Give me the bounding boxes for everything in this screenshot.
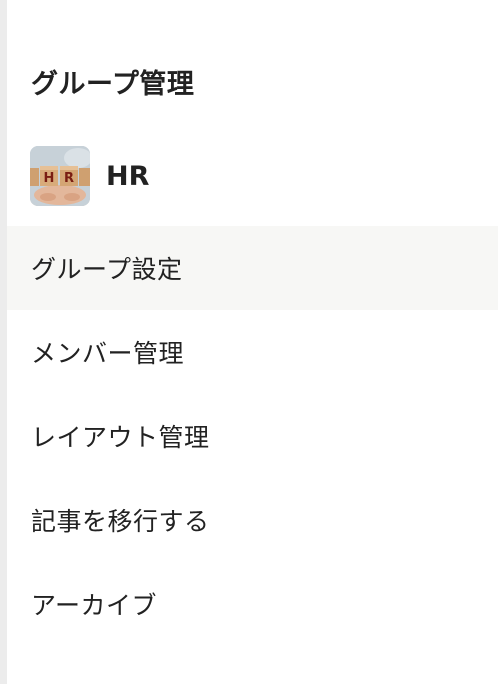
menu-item-label: アーカイブ [31, 591, 158, 620]
avatar-letter-h: H [44, 171, 55, 186]
left-rail [0, 0, 7, 684]
settings-menu: グループ設定 メンバー管理 レイアウト管理 記事を移行する アーカイブ [7, 226, 498, 646]
menu-item-archive[interactable]: アーカイブ [7, 562, 498, 646]
menu-item-label: メンバー管理 [31, 339, 185, 368]
menu-item-label: 記事を移行する [31, 507, 210, 536]
group-avatar: H R [30, 146, 90, 206]
menu-item-group-settings[interactable]: グループ設定 [7, 226, 498, 310]
section-title: グループ管理 [31, 69, 195, 100]
avatar-letter-r: R [64, 171, 74, 186]
group-settings-panel: グループ管理 H R HR グループ設定 メンバー管理 レイアウト管理 記事を移… [7, 0, 498, 684]
hr-blocks-image: H R [30, 146, 90, 206]
menu-item-label: グループ設定 [31, 255, 183, 284]
menu-item-layout-management[interactable]: レイアウト管理 [7, 394, 498, 478]
group-name: HR [106, 160, 150, 192]
menu-item-migrate-articles[interactable]: 記事を移行する [7, 478, 498, 562]
menu-item-member-management[interactable]: メンバー管理 [7, 310, 498, 394]
menu-item-label: レイアウト管理 [31, 423, 210, 452]
group-header: H R HR [30, 146, 149, 206]
